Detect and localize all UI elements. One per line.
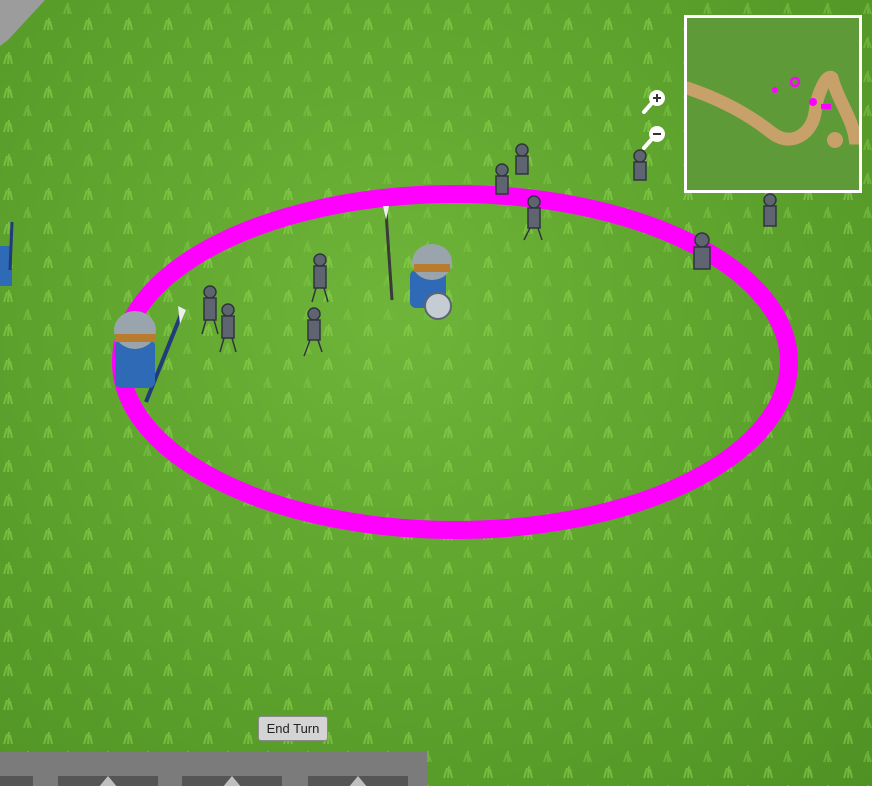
minimap-unit-marker [772,87,778,93]
zoom-in-icon[interactable] [642,88,666,114]
skeleton-unit[interactable] [633,149,647,181]
arrows-icon [99,776,117,786]
minimap-unit-marker [821,104,831,109]
zoom-out-icon[interactable] [642,124,666,150]
skeleton-unit[interactable] [763,193,777,227]
minimap-unit-marker [809,98,817,106]
skeleton-unit[interactable] [693,232,711,270]
action-bar [0,752,427,786]
action-slot[interactable] [182,776,282,786]
minimap-path [680,70,866,146]
minimap-terrain [680,70,866,148]
arrows-icon [223,776,241,786]
minimap-unit-marker [789,76,801,88]
action-slot[interactable] [58,776,158,786]
minimap[interactable] [680,15,866,193]
skeleton-unit[interactable] [515,143,529,175]
arrows-icon [349,776,367,786]
action-slot[interactable] [308,776,408,786]
skeleton-unit[interactable] [495,163,509,195]
minimap-path-end [827,132,843,148]
action-slot[interactable] [0,776,33,786]
end-turn-button[interactable]: End Turn [258,716,328,741]
